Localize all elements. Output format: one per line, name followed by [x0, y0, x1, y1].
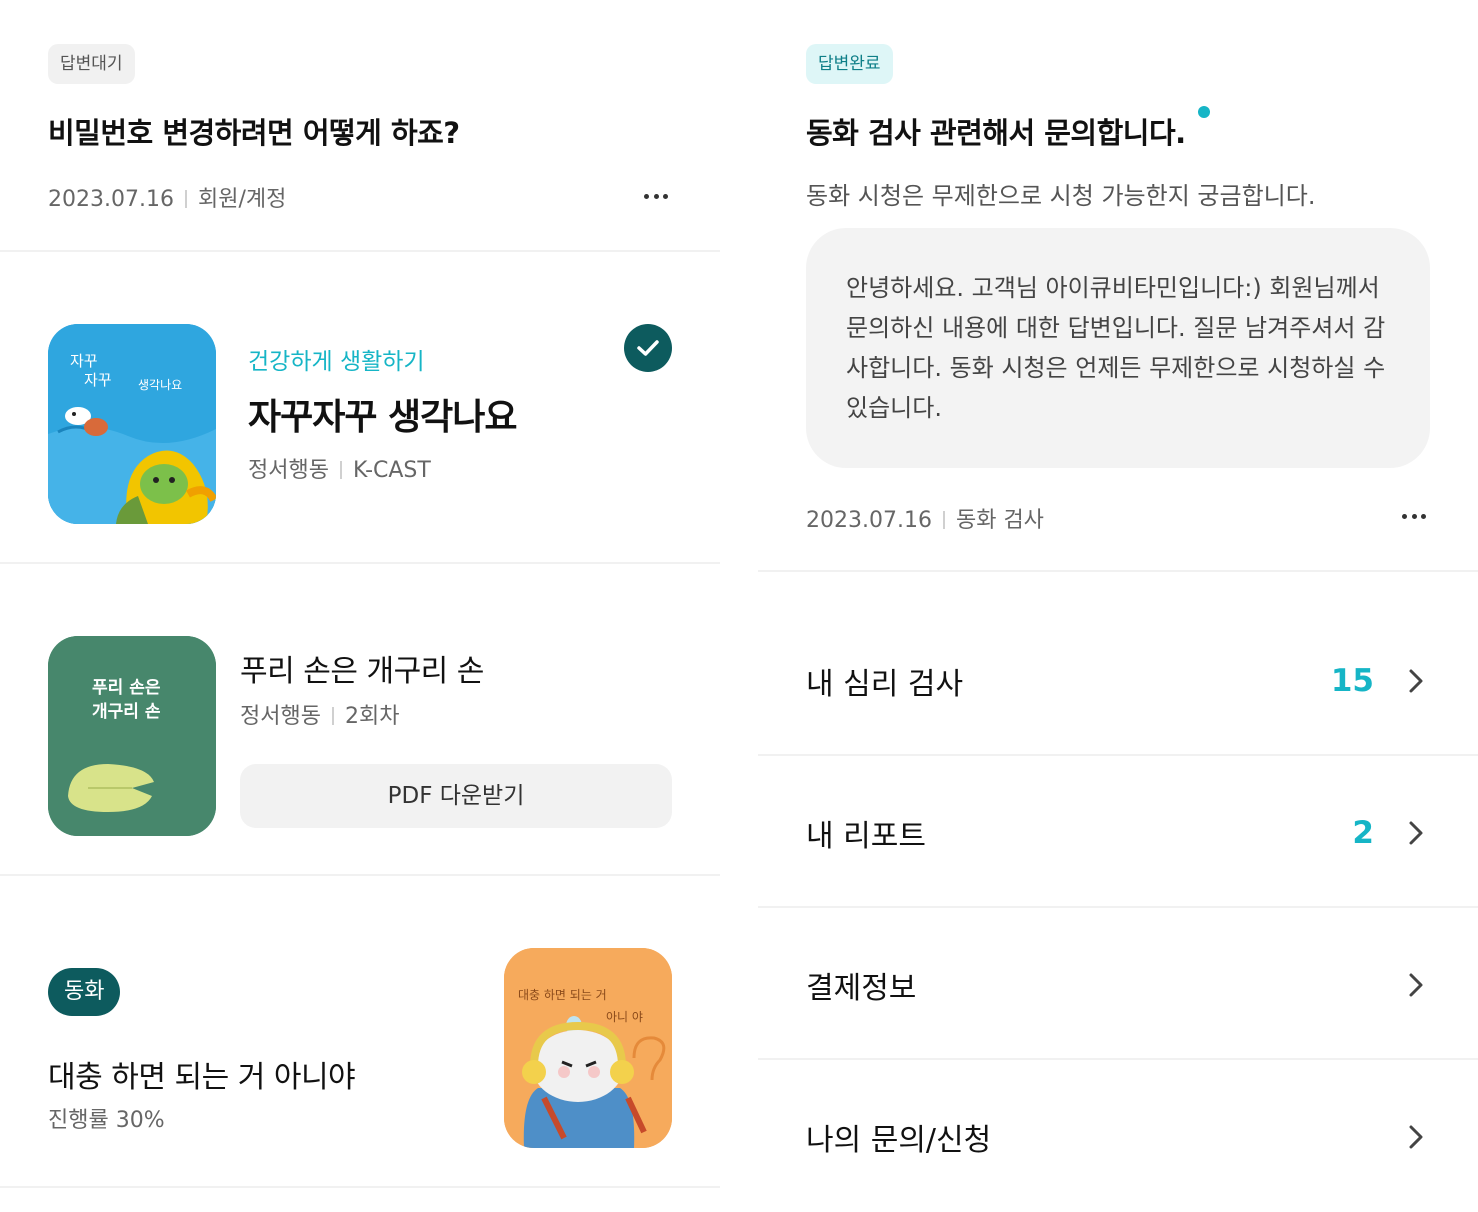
new-indicator-dot [1198, 106, 1210, 118]
menu-item-psych-test[interactable]: 내 심리 검사 15 [758, 606, 1478, 756]
meta-separator [184, 190, 187, 208]
thumb-text-2: 개구리 손 [92, 702, 161, 722]
menu-item-report[interactable]: 내 리포트 2 [758, 758, 1478, 908]
content-category: 건강하게 생활하기 [248, 349, 425, 375]
meta-separator [331, 707, 334, 725]
answer-box: 안녕하세요. 고객님 아이큐비타민입니다:) 회원님께서 문의하신 내용에 대한… [806, 228, 1430, 468]
answered-inquiry-date: 2023.07.16 [806, 508, 932, 533]
answered-inquiry-category: 동화 검사 [955, 508, 1044, 533]
more-options-icon[interactable] [640, 186, 672, 206]
thumbnail-text: 자꾸 자꾸 [70, 352, 112, 390]
progress-text: 진행률 30% [48, 1108, 165, 1133]
left-column: 답변대기 비밀번호 변경하려면 어떻게 하죠? 2023.07.16 회원/계정 … [0, 0, 720, 1212]
menu-item-label: 내 리포트 [806, 819, 926, 854]
progress-content-title[interactable]: 대충 하면 되는 거 아니야 [48, 1052, 356, 1096]
meta-separator [339, 461, 342, 479]
chevron-right-icon [1409, 973, 1423, 997]
thumb-text-3: 생각나요 [138, 378, 183, 392]
answered-inquiry-title[interactable]: 동화 검사 관련해서 문의합니다. [806, 110, 1186, 152]
thumbnail-text: 푸리 손은 개구리 손 [92, 676, 160, 724]
inquiry-question: 동화 시청은 무제한으로 시청 가능한지 궁금합니다. [806, 182, 1316, 210]
divider [0, 1186, 720, 1188]
thumbnail-text: 대충 하면 되는 거 아니 야 [518, 984, 643, 1028]
progress-content-thumbnail[interactable]: 대충 하면 되는 거 아니 야 [504, 948, 672, 1148]
content-meta: 정서행동 K-CAST [248, 452, 431, 484]
menu-item-label: 나의 문의/신청 [806, 1123, 992, 1158]
thumb-text-1: 대충 하면 되는 거 [518, 988, 607, 1002]
thumb-text-1: 자꾸 [70, 352, 98, 370]
pdf-content-meta: 정서행동 2회차 [240, 698, 399, 730]
inquiry-date: 2023.07.16 [48, 187, 174, 212]
thumbnail-illustration [504, 948, 672, 1148]
divider [758, 570, 1478, 572]
thumb-text-2: 아니 야 [606, 1010, 643, 1024]
more-options-icon[interactable] [1398, 506, 1430, 526]
pdf-content-episode: 2회차 [344, 704, 400, 729]
divider [758, 906, 1478, 908]
menu-item-inquiries[interactable]: 나의 문의/신청 [758, 1062, 1478, 1212]
right-column: 답변완료 동화 검사 관련해서 문의합니다. 동화 시청은 무제한으로 시청 가… [758, 0, 1478, 1212]
content-source: K-CAST [352, 458, 431, 483]
pdf-content-thumbnail[interactable]: 푸리 손은 개구리 손 [48, 636, 216, 836]
divider [758, 754, 1478, 756]
category-badge: 동화 [48, 968, 121, 1016]
answered-inquiry-meta: 2023.07.16 동화 검사 [806, 502, 1044, 534]
status-badge-done: 답변완료 [806, 44, 893, 84]
inquiry-category: 회원/계정 [197, 187, 287, 212]
pdf-download-button[interactable]: PDF 다운받기 [240, 764, 672, 828]
thumbnail-illustration [48, 636, 216, 836]
status-badge-pending: 답변대기 [48, 44, 135, 84]
chevron-right-icon [1409, 821, 1423, 845]
menu-item-count: 15 [1330, 663, 1374, 699]
thumb-text-1: 푸리 손은 [92, 678, 161, 698]
thumb-text-2: 자꾸 [84, 371, 112, 389]
divider [0, 250, 720, 252]
menu-item-label: 결제정보 [806, 971, 917, 1006]
menu-item-count: 2 [1352, 815, 1374, 851]
content-title[interactable]: 자꾸자꾸 생각나요 [248, 388, 517, 440]
menu-item-payment[interactable]: 결제정보 [758, 910, 1478, 1060]
divider [0, 562, 720, 564]
chevron-right-icon [1409, 669, 1423, 693]
pdf-content-title[interactable]: 푸리 손은 개구리 손 [240, 646, 484, 690]
pdf-content-tag: 정서행동 [240, 704, 321, 729]
divider [0, 874, 720, 876]
content-thumbnail[interactable]: 자꾸 자꾸 생각나요 [48, 324, 216, 524]
meta-separator [942, 511, 945, 529]
inquiry-title[interactable]: 비밀번호 변경하려면 어떻게 하죠? [48, 110, 460, 152]
check-icon[interactable] [624, 324, 672, 372]
divider [758, 1058, 1478, 1060]
menu-item-label: 내 심리 검사 [806, 667, 964, 702]
content-tag: 정서행동 [248, 458, 329, 483]
inquiry-meta: 2023.07.16 회원/계정 [48, 181, 286, 213]
chevron-right-icon [1409, 1125, 1423, 1149]
answer-text: 안녕하세요. 고객님 아이큐비타민입니다:) 회원님께서 문의하신 내용에 대한… [846, 274, 1386, 422]
